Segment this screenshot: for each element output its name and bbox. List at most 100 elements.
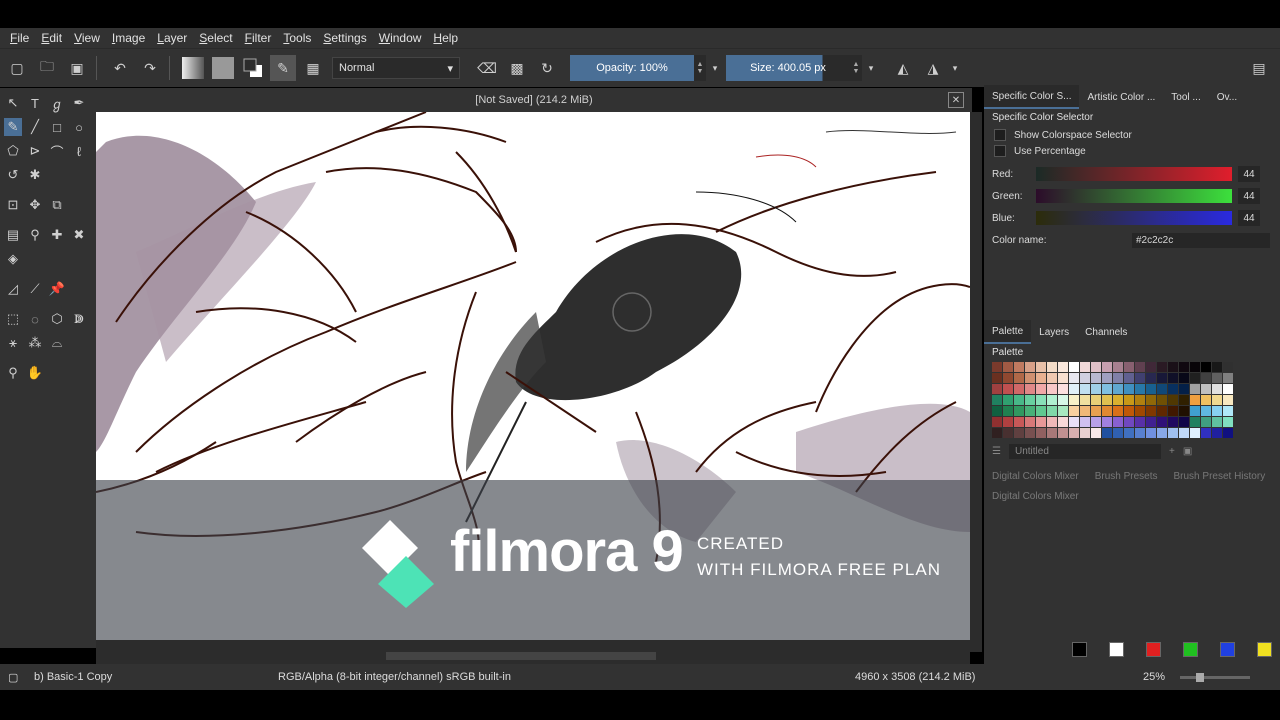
palette-swatch[interactable] xyxy=(1146,362,1156,372)
palette-swatch[interactable] xyxy=(1036,373,1046,383)
palette-swatch[interactable] xyxy=(1058,428,1068,438)
palette-swatch[interactable] xyxy=(1135,406,1145,416)
palette-swatch[interactable] xyxy=(1146,384,1156,394)
rect-select-icon[interactable]: ⬚ xyxy=(4,310,22,328)
palette-swatch[interactable] xyxy=(1146,428,1156,438)
palette-swatch[interactable] xyxy=(1025,395,1035,405)
palette-swatch[interactable] xyxy=(1190,428,1200,438)
tab-channels[interactable]: Channels xyxy=(1077,321,1135,343)
palette-swatch[interactable] xyxy=(1157,395,1167,405)
blue-value[interactable]: 44 xyxy=(1238,210,1260,226)
palette-swatch[interactable] xyxy=(1102,395,1112,405)
tab-layers[interactable]: Layers xyxy=(1031,321,1077,343)
palette-swatch[interactable] xyxy=(1113,406,1123,416)
palette-swatch[interactable] xyxy=(1047,384,1057,394)
palette-swatch[interactable] xyxy=(1190,406,1200,416)
palette-swatch[interactable] xyxy=(1146,406,1156,416)
menu-layer[interactable]: Layer xyxy=(151,31,193,45)
tab-artistic-color[interactable]: Artistic Color ... xyxy=(1079,86,1163,108)
brush-grid-icon[interactable]: ▦ xyxy=(300,55,326,81)
palette-swatch[interactable] xyxy=(1157,362,1167,372)
palette-swatch[interactable] xyxy=(1179,406,1189,416)
menu-edit[interactable]: Edit xyxy=(35,31,68,45)
color-name-input[interactable]: #2c2c2c xyxy=(1132,232,1270,248)
palette-swatch[interactable] xyxy=(1168,384,1178,394)
palette-swatch[interactable] xyxy=(992,406,1002,416)
palette-swatch[interactable] xyxy=(1212,417,1222,427)
chevron-down-icon[interactable]: ▾ xyxy=(710,55,720,81)
palette-swatch[interactable] xyxy=(1047,406,1057,416)
palette-swatch[interactable] xyxy=(1124,384,1134,394)
zoom-slider[interactable] xyxy=(1180,673,1250,682)
vertical-scrollbar[interactable] xyxy=(970,112,982,652)
palette-swatch[interactable] xyxy=(1190,373,1200,383)
palette-swatch[interactable] xyxy=(1201,373,1211,383)
palette-swatch[interactable] xyxy=(1047,417,1057,427)
reload-preset-icon[interactable]: ↻ xyxy=(534,55,560,81)
palette-swatch[interactable] xyxy=(1036,384,1046,394)
palette-swatch[interactable] xyxy=(1179,384,1189,394)
palette-swatch[interactable] xyxy=(1014,384,1024,394)
size-slider[interactable]: Size: 400.05 px xyxy=(726,55,850,81)
palette-swatch[interactable] xyxy=(1080,406,1090,416)
save-icon[interactable]: ▣ xyxy=(64,55,90,81)
blend-mode-select[interactable]: Normal ▾ xyxy=(332,57,460,79)
palette-swatch[interactable] xyxy=(992,428,1002,438)
palette-swatch[interactable] xyxy=(1003,406,1013,416)
palette-swatch[interactable] xyxy=(1179,373,1189,383)
size-spinner[interactable]: ▲ ▼ xyxy=(850,55,862,81)
horizontal-scrollbar[interactable] xyxy=(96,640,970,664)
red-value[interactable]: 44 xyxy=(1238,166,1260,182)
checkbox-box[interactable] xyxy=(994,145,1006,157)
save-palette-icon[interactable]: ▣ xyxy=(1183,446,1192,457)
tab-tool[interactable]: Tool ... xyxy=(1163,86,1208,108)
eraser-icon[interactable]: ⌫ xyxy=(474,55,500,81)
palette-swatch[interactable] xyxy=(1223,417,1233,427)
palette-swatch[interactable] xyxy=(1058,384,1068,394)
transform-tool-icon[interactable]: ⧉ xyxy=(48,196,66,214)
polyline-tool-icon[interactable]: ⊳ xyxy=(26,142,44,160)
tab-brush-presets[interactable]: Brush Presets xyxy=(1087,465,1166,487)
palette-swatch[interactable] xyxy=(1058,417,1068,427)
preserve-alpha-icon[interactable]: ▩ xyxy=(504,55,530,81)
palette-swatch[interactable] xyxy=(1135,417,1145,427)
mirror-horizontal-icon[interactable]: ◭ xyxy=(890,55,916,81)
palette-swatch[interactable] xyxy=(1201,384,1211,394)
move-tool-icon[interactable]: ✥ xyxy=(26,196,44,214)
palette-swatch[interactable] xyxy=(1201,417,1211,427)
palette-swatch[interactable] xyxy=(1102,417,1112,427)
use-percentage-checkbox[interactable]: Use Percentage xyxy=(984,143,1280,159)
palette-swatch[interactable] xyxy=(1080,417,1090,427)
palette-swatch[interactable] xyxy=(1091,384,1101,394)
freehand-path-icon[interactable]: ℓ xyxy=(70,142,88,160)
palette-swatch[interactable] xyxy=(1201,395,1211,405)
palette-swatch[interactable] xyxy=(1124,417,1134,427)
menu-file[interactable]: File xyxy=(4,31,35,45)
palette-swatch[interactable] xyxy=(1223,395,1233,405)
palette-swatch[interactable] xyxy=(1157,373,1167,383)
palette-swatch[interactable] xyxy=(1102,384,1112,394)
assistant-tool-icon[interactable]: ◿ xyxy=(4,280,22,298)
palette-swatch[interactable] xyxy=(1025,373,1035,383)
bezier-tool-icon[interactable]: ⌒ xyxy=(48,142,66,160)
palette-swatch[interactable] xyxy=(1069,406,1079,416)
palette-swatch[interactable] xyxy=(1003,384,1013,394)
palette-swatch[interactable] xyxy=(1135,362,1145,372)
palette-swatch[interactable] xyxy=(1102,373,1112,383)
palette-swatch[interactable] xyxy=(1223,373,1233,383)
palette-swatch[interactable] xyxy=(1036,395,1046,405)
redo-icon[interactable]: ↷ xyxy=(137,55,163,81)
menu-window[interactable]: Window xyxy=(373,31,428,45)
gradient-preset-icon[interactable] xyxy=(180,55,206,81)
palette-swatch[interactable] xyxy=(1146,373,1156,383)
palette-swatch[interactable] xyxy=(1102,428,1112,438)
palette-name[interactable]: Untitled xyxy=(1008,444,1161,459)
palette-swatch[interactable] xyxy=(1157,384,1167,394)
palette-swatch[interactable] xyxy=(1069,384,1079,394)
palette-swatch[interactable] xyxy=(1179,417,1189,427)
palette-swatch[interactable] xyxy=(1146,395,1156,405)
palette-swatch[interactable] xyxy=(1047,395,1057,405)
freehand-select-icon[interactable]: ↇ xyxy=(70,310,88,328)
palette-swatch[interactable] xyxy=(1124,362,1134,372)
palette-swatch[interactable] xyxy=(1168,417,1178,427)
